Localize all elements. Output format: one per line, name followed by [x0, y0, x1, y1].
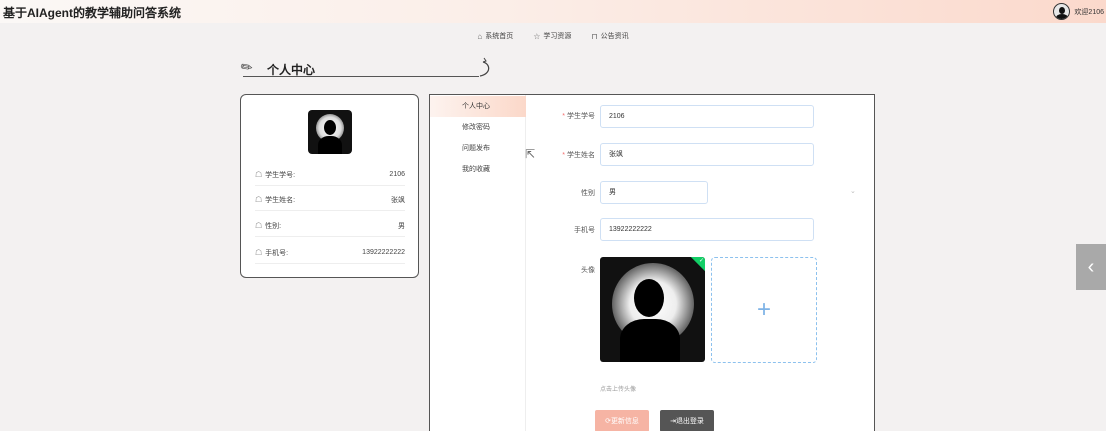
chevron-down-icon[interactable]: ⌄ — [850, 187, 856, 195]
phone-input[interactable]: 13922222222 — [600, 218, 814, 241]
edit-panel: 个人中心 修改密码 问题发布 我的收藏 * 学生学号 2106 * 学生姓名 张飒 … — [429, 94, 875, 431]
gender-label: 性别 — [581, 190, 595, 197]
menu-item-post-question[interactable]: 问题发布 — [430, 138, 526, 159]
nav-home-label: 系统首页 — [485, 33, 514, 40]
chevron-left-icon: ‹ — [1087, 255, 1095, 278]
student-id-label: * 学生学号 — [562, 113, 595, 120]
menu-item-favorites[interactable]: 我的收藏 — [430, 159, 526, 180]
uploaded-avatar[interactable]: ✓ — [600, 257, 705, 362]
page-title-row: ✎ 个人中心 — [237, 57, 493, 81]
profile-row-student-name: ☖ 学生姓名: 张飒 — [255, 189, 405, 211]
profile-row-phone: ☖ 手机号: 13922222222 — [255, 242, 405, 264]
profile-value: 2106 — [389, 171, 405, 178]
title-underline — [243, 76, 479, 77]
user-icon: ☖ — [255, 195, 263, 204]
profile-card: ☖ 学生学号: 2106 ☖ 学生姓名: 张飒 ☖ 性别: 男 ☖ 手机号: 13922… — [240, 94, 419, 278]
upload-button[interactable]: + — [711, 257, 817, 363]
student-id-input[interactable]: 2106 — [600, 105, 814, 128]
check-icon: ✓ — [698, 258, 704, 264]
gender-select[interactable]: 男 — [600, 181, 708, 204]
home-icon: ⌂ — [477, 31, 483, 41]
user-icon: ☖ — [255, 170, 263, 179]
side-toggle-button[interactable]: ‹ — [1076, 244, 1106, 290]
nav-resources-label: 学习资源 — [543, 33, 572, 40]
user-icon: ☖ — [255, 248, 263, 257]
student-name-input[interactable]: 张飒 — [600, 143, 814, 166]
side-menu: 个人中心 修改密码 问题发布 我的收藏 — [430, 95, 526, 431]
welcome-text: 欢迎2106 — [1074, 8, 1104, 16]
app-title: 基于AIAgent的教学辅助问答系统 — [3, 6, 181, 20]
profile-avatar — [308, 110, 352, 154]
nav-resources[interactable]: ☆ 学习资源 — [533, 31, 571, 41]
profile-value: 男 — [398, 222, 405, 230]
upload-hint: 点击上传头像 — [600, 387, 637, 393]
profile-label: 学生学号: — [265, 171, 296, 179]
phone-label: 手机号 — [574, 227, 595, 234]
swirl-icon — [479, 57, 490, 77]
user-welcome[interactable]: 欢迎2106 — [1053, 2, 1104, 21]
top-bar: 基于AIAgent的教学辅助问答系统 欢迎2106 — [0, 0, 1106, 23]
bag-icon: ⊓ — [591, 31, 598, 41]
menu-item-profile[interactable]: 个人中心 — [430, 96, 526, 117]
profile-value: 13922222222 — [362, 249, 405, 256]
mouse-cursor-icon: ⇱ — [525, 147, 536, 161]
profile-label: 手机号: — [265, 249, 289, 257]
paperclip-icon: ✎ — [237, 57, 256, 78]
update-info-button[interactable]: ⟳ 更新信息 — [595, 410, 649, 431]
menu-item-change-password[interactable]: 修改密码 — [430, 117, 526, 138]
avatar-label: 头像 — [581, 267, 595, 274]
profile-row-student-id: ☖ 学生学号: 2106 — [255, 164, 405, 186]
profile-label: 学生姓名: — [265, 196, 296, 204]
nav-home[interactable]: ⌂ 系统首页 — [477, 31, 513, 41]
profile-value: 张飒 — [391, 196, 405, 204]
main-nav: ⌂ 系统首页 ☆ 学习资源 ⊓ 公告资讯 — [0, 31, 1106, 41]
nav-news[interactable]: ⊓ 公告资讯 — [591, 31, 628, 41]
profile-label: 性别: — [265, 222, 282, 230]
nav-news-label: 公告资讯 — [600, 33, 629, 40]
profile-row-gender: ☖ 性别: 男 — [255, 215, 405, 237]
plus-icon: + — [756, 296, 771, 323]
user-avatar[interactable] — [1053, 3, 1071, 20]
user-icon: ☖ — [255, 221, 263, 230]
star-icon: ☆ — [533, 31, 541, 41]
logout-button[interactable]: ⇥ 退出登录 — [660, 410, 714, 431]
